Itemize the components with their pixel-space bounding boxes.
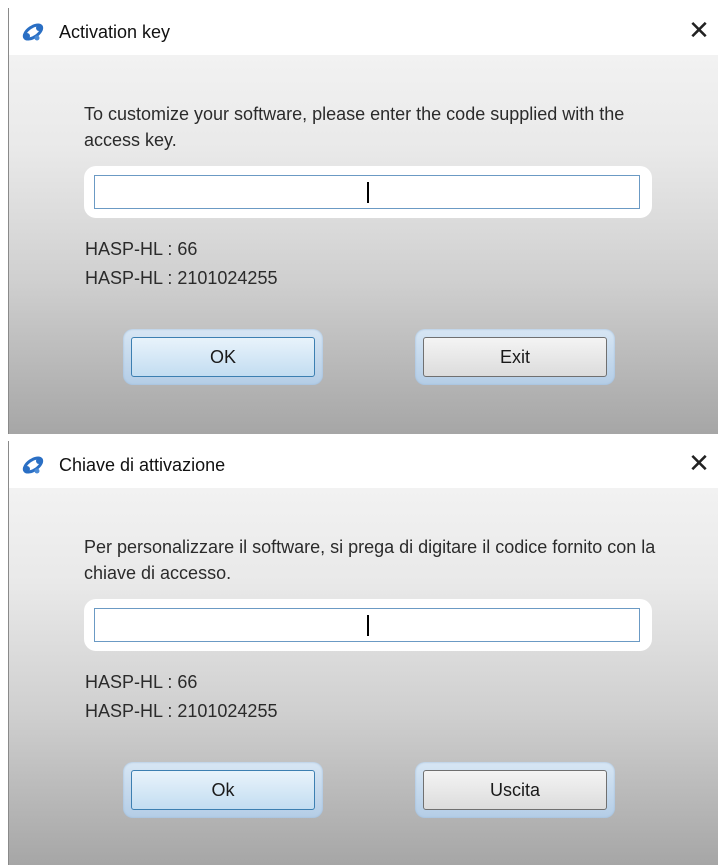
input-frame xyxy=(84,599,652,651)
dialog-title: Chiave di attivazione xyxy=(59,455,226,475)
ok-button-frame: Ok xyxy=(123,762,323,818)
exit-button-frame: Exit xyxy=(415,329,615,385)
activation-dialog-english: Activation key ✕ To customize your softw… xyxy=(8,8,718,434)
hasp-id-line: HASP-HL : 66 xyxy=(85,672,198,692)
text-caret xyxy=(367,615,369,636)
close-icon[interactable]: ✕ xyxy=(682,449,716,481)
dialog-title: Activation key xyxy=(59,22,171,42)
network-link-icon xyxy=(22,456,44,474)
ok-button[interactable]: Ok xyxy=(131,770,315,810)
hasp-id-line: HASP-HL : 66 xyxy=(85,239,198,259)
hasp-serial-line: HASP-HL : 2101024255 xyxy=(85,701,278,721)
text-caret xyxy=(367,182,369,203)
input-frame xyxy=(84,166,652,218)
dialog-body: Per personalizzare il software, si prega… xyxy=(9,488,718,865)
hasp-serial-line: HASP-HL : 2101024255 xyxy=(85,268,278,288)
instruction-text: To customize your software, please enter… xyxy=(84,104,625,150)
ok-button[interactable]: OK xyxy=(131,337,315,377)
exit-button-frame: Uscita xyxy=(415,762,615,818)
exit-button[interactable]: Exit xyxy=(423,337,607,377)
close-icon[interactable]: ✕ xyxy=(682,16,716,48)
title-bar: Chiave di attivazione ✕ xyxy=(9,441,718,488)
dialog-body: To customize your software, please enter… xyxy=(9,55,718,434)
activation-dialog-italian: Chiave di attivazione ✕ Per personalizza… xyxy=(8,441,718,865)
instruction-text: Per personalizzare il software, si prega… xyxy=(84,537,656,583)
exit-button[interactable]: Uscita xyxy=(423,770,607,810)
network-link-icon xyxy=(22,23,44,41)
title-bar: Activation key ✕ xyxy=(9,8,718,55)
ok-button-frame: OK xyxy=(123,329,323,385)
